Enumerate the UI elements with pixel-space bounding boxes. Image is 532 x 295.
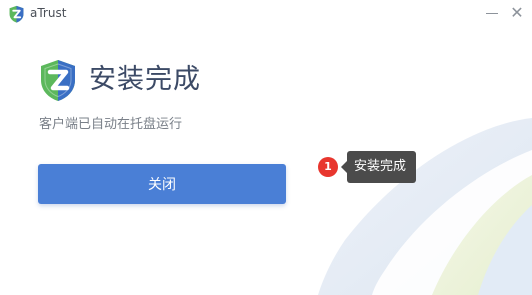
atrust-shield-logo	[41, 60, 75, 101]
minimize-icon	[486, 13, 498, 14]
app-title: aTrust	[30, 6, 67, 20]
installer-window: aTrust ✕ 安装完成 客户端已自动在托盘运行 关闭 1 安装完成	[0, 0, 532, 295]
minimize-button[interactable]	[480, 2, 504, 24]
step-number-badge: 1	[318, 157, 338, 177]
close-window-button[interactable]: ✕	[505, 2, 529, 24]
install-complete-heading: 安装完成	[89, 64, 201, 95]
title-bar: aTrust ✕	[0, 0, 532, 28]
close-icon: ✕	[510, 3, 524, 22]
annotation-tooltip: 安装完成	[340, 151, 417, 183]
close-button[interactable]: 关闭	[38, 164, 286, 204]
atrust-logo-icon	[9, 5, 24, 23]
tray-status-text: 客户端已自动在托盘运行	[39, 117, 183, 132]
background-decoration	[318, 118, 532, 295]
